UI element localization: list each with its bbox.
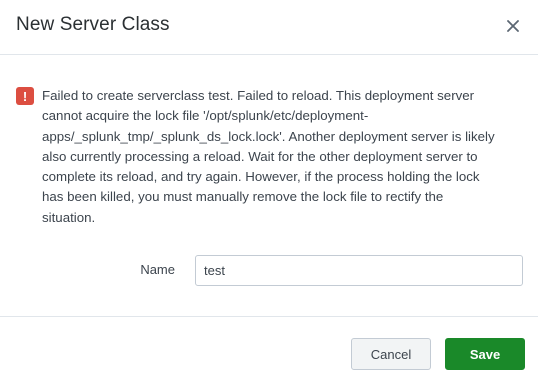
- dialog-header: New Server Class: [0, 0, 538, 55]
- name-input[interactable]: [195, 255, 523, 286]
- dialog-title: New Server Class: [16, 14, 170, 35]
- error-exclamation-icon: !: [16, 87, 34, 105]
- cancel-button[interactable]: Cancel: [351, 338, 431, 370]
- name-label: Name: [140, 262, 175, 277]
- close-icon: [507, 20, 519, 32]
- close-button[interactable]: [502, 15, 524, 37]
- dialog-footer: Cancel Save: [0, 316, 538, 380]
- save-button[interactable]: Save: [445, 338, 525, 370]
- error-message: Failed to create serverclass test. Faile…: [42, 88, 495, 225]
- new-server-class-dialog: New Server Class ! Failed to create serv…: [0, 0, 538, 380]
